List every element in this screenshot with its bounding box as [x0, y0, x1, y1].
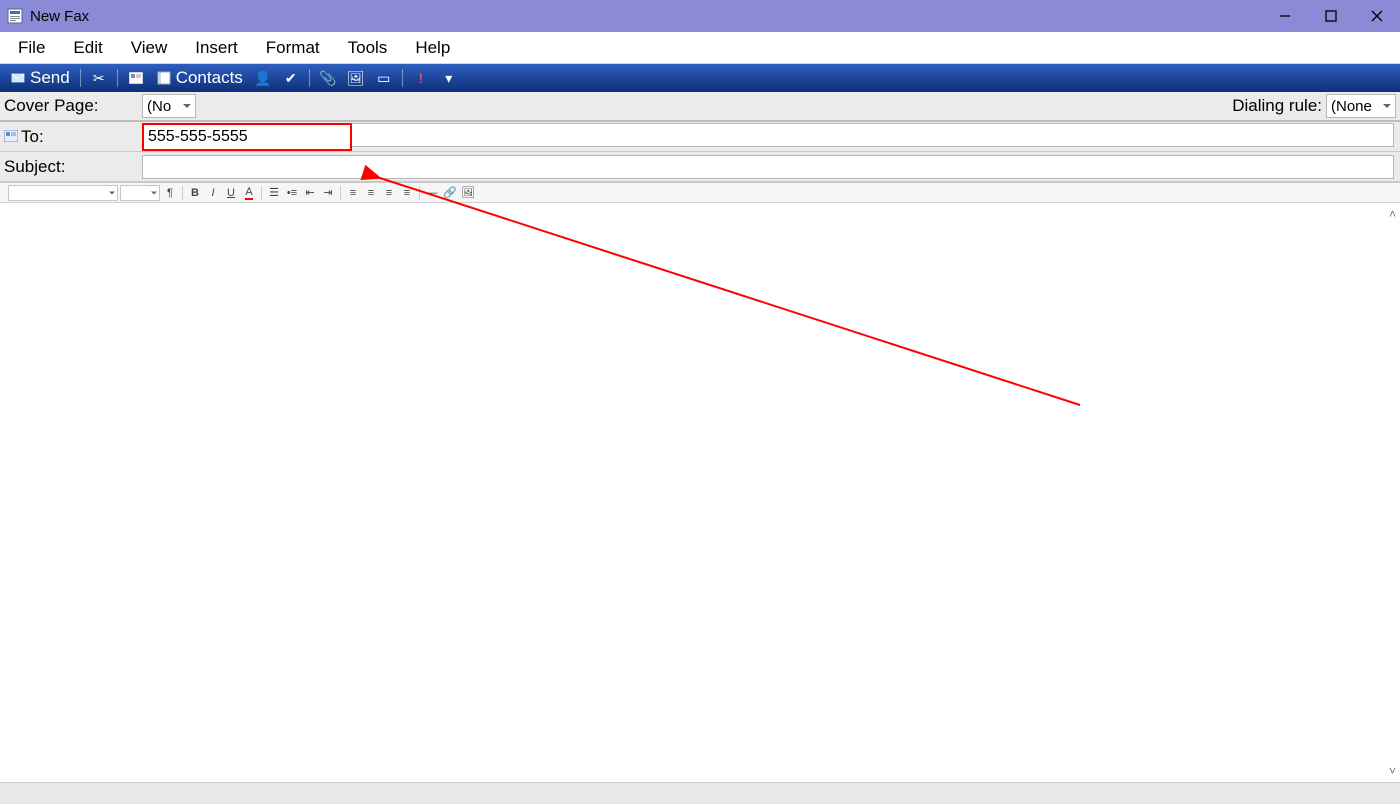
close-button[interactable]: [1354, 0, 1400, 32]
menu-file[interactable]: File: [4, 34, 59, 62]
to-row: To:: [0, 122, 1400, 152]
hr-button[interactable]: —: [424, 185, 440, 201]
menu-edit[interactable]: Edit: [59, 34, 116, 62]
to-input-extension[interactable]: [352, 123, 1394, 147]
cover-page-select[interactable]: (No: [142, 94, 196, 118]
check-names-button[interactable]: 👤: [249, 64, 277, 92]
underline-button[interactable]: U: [223, 185, 239, 201]
contact-card-icon[interactable]: [122, 64, 150, 92]
paperclip-icon: 📎: [320, 70, 336, 86]
align-right-button[interactable]: ≡: [381, 185, 397, 201]
to-label[interactable]: To:: [2, 127, 142, 147]
send-label: Send: [30, 68, 70, 88]
cover-page-label: Cover Page:: [2, 96, 142, 116]
decrease-indent-button[interactable]: ⇤: [302, 185, 318, 201]
to-input[interactable]: [144, 125, 350, 149]
paragraph-button[interactable]: ¶: [162, 185, 178, 201]
scroll-down-icon[interactable]: ˅: [1389, 764, 1396, 778]
maximize-button[interactable]: [1308, 0, 1354, 32]
to-contact-icon: [4, 127, 18, 147]
minimize-button[interactable]: [1262, 0, 1308, 32]
insert-picture-button[interactable]: 🖼: [342, 64, 370, 92]
app-icon: [6, 7, 24, 25]
send-button[interactable]: Send: [4, 64, 76, 92]
cover-page-value: (No: [147, 98, 171, 115]
insert-link-button[interactable]: 🔗: [442, 185, 458, 201]
cut-icon: ✂: [91, 70, 107, 86]
menu-format[interactable]: Format: [252, 34, 334, 62]
format-toolbar: ¶ B I U A ☰ •≡ ⇤ ⇥ ≡ ≡ ≡ ≡ — 🔗 🖼: [0, 183, 1400, 203]
dropdown-button[interactable]: ▾: [435, 64, 463, 92]
priority-button[interactable]: !: [407, 64, 435, 92]
picture-icon: 🖼: [348, 70, 364, 86]
menu-help[interactable]: Help: [401, 34, 464, 62]
italic-button[interactable]: I: [205, 185, 221, 201]
window-title: New Fax: [30, 8, 89, 25]
dialing-rule-select[interactable]: (None: [1326, 94, 1396, 118]
priority-icon: !: [413, 70, 429, 86]
menu-view[interactable]: View: [117, 34, 182, 62]
user-icon: 👤: [255, 70, 271, 86]
subject-row: Subject:: [0, 152, 1400, 182]
menu-bar: File Edit View Insert Format Tools Help: [0, 32, 1400, 64]
attach-button[interactable]: 📎: [314, 64, 342, 92]
menu-tools[interactable]: Tools: [334, 34, 402, 62]
status-bar: [0, 782, 1400, 804]
font-size-select[interactable]: [120, 185, 160, 201]
title-bar: New Fax: [0, 0, 1400, 32]
card-icon: [128, 70, 144, 86]
toolbar: Send ✂ Contacts 👤 ✔ 📎 🖼 ▭ ! ▾: [0, 64, 1400, 92]
numbered-list-button[interactable]: ☰: [266, 185, 282, 201]
align-left-button[interactable]: ≡: [345, 185, 361, 201]
book-icon: [156, 70, 172, 86]
insert-scan-button[interactable]: ▭: [370, 64, 398, 92]
dialing-rule-value: (None: [1331, 98, 1372, 115]
chevron-down-icon: ▾: [441, 70, 457, 86]
scroll-up-icon[interactable]: ˄: [1389, 207, 1396, 221]
justify-button[interactable]: ≡: [399, 185, 415, 201]
contacts-button[interactable]: Contacts: [150, 64, 249, 92]
contacts-label: Contacts: [176, 68, 243, 88]
scan-icon: ▭: [376, 70, 392, 86]
send-icon: [10, 70, 26, 86]
dialing-rule-label: Dialing rule:: [1232, 96, 1322, 116]
to-input-highlight: [142, 123, 352, 151]
subject-label: Subject:: [2, 157, 142, 177]
align-center-button[interactable]: ≡: [363, 185, 379, 201]
increase-indent-button[interactable]: ⇥: [320, 185, 336, 201]
check-button[interactable]: ✔: [277, 64, 305, 92]
subject-input[interactable]: [142, 155, 1394, 179]
editor-area[interactable]: ˄ ˅: [0, 203, 1400, 782]
cover-page-row: Cover Page: (No Dialing rule: (None: [0, 92, 1400, 122]
font-family-select[interactable]: [8, 185, 118, 201]
cut-button[interactable]: ✂: [85, 64, 113, 92]
insert-image-button[interactable]: 🖼: [460, 185, 476, 201]
menu-insert[interactable]: Insert: [181, 34, 252, 62]
header-fields: Cover Page: (No Dialing rule: (None To: …: [0, 92, 1400, 183]
check-icon: ✔: [283, 70, 299, 86]
bold-button[interactable]: B: [187, 185, 203, 201]
font-color-button[interactable]: A: [241, 185, 257, 201]
bullet-list-button[interactable]: •≡: [284, 185, 300, 201]
